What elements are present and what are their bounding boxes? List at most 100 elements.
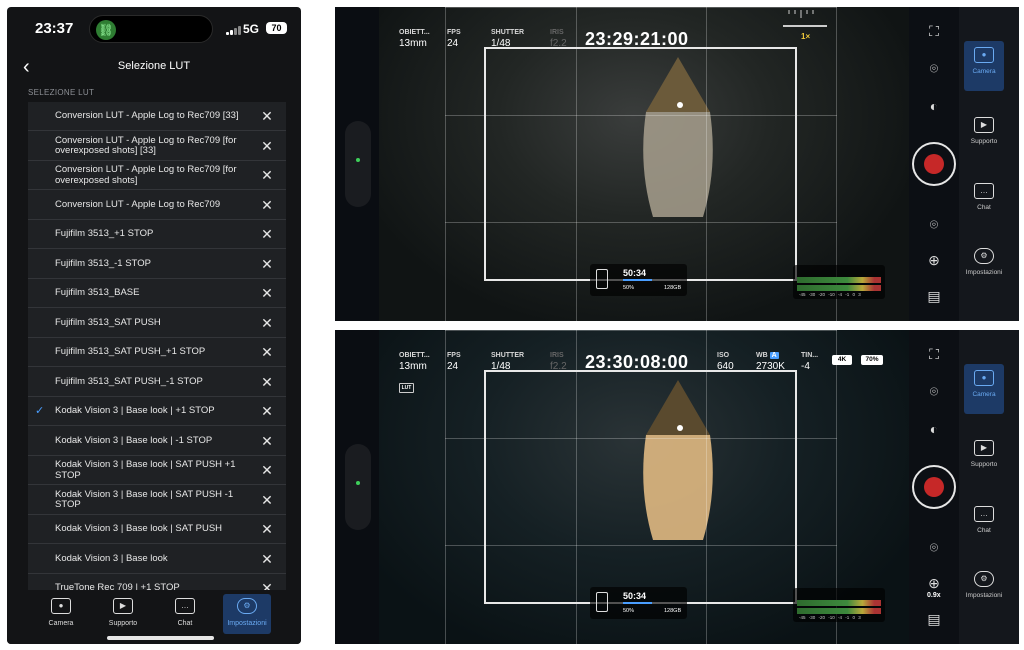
lut-label: Conversion LUT - Apple Log to Rec709 xyxy=(55,198,221,210)
zoom-icon[interactable]: ⊕ xyxy=(923,251,945,269)
storage-capacity: 128GB xyxy=(664,285,682,291)
lut-list-item[interactable]: Fujifilm 3513_SAT PUSH ✕ xyxy=(28,309,286,338)
close-icon[interactable]: ✕ xyxy=(258,491,276,509)
close-icon[interactable]: ✕ xyxy=(258,314,276,332)
lut-list-item[interactable]: Kodak Vision 3 | Base look | SAT PUSH ✕ xyxy=(28,515,286,544)
lut-list-item[interactable]: Conversion LUT - Apple Log to Rec709 [fo… xyxy=(28,132,286,161)
tab-supporto[interactable]: ▶ Supporto xyxy=(99,594,147,634)
autofocus-icon[interactable]: ⌾ xyxy=(923,59,945,77)
close-icon[interactable]: ✕ xyxy=(258,255,276,273)
storage-panel[interactable]: 50:34 50% 128GB xyxy=(590,264,687,296)
camera-icon: ● xyxy=(51,598,71,614)
close-icon[interactable]: ✕ xyxy=(258,284,276,302)
lut-list-item[interactable]: Fujifilm 3513_SAT PUSH_+1 STOP ✕ xyxy=(28,338,286,367)
fps-readout[interactable]: FPS 24 xyxy=(447,352,461,372)
timecode: 23:29:21:00 xyxy=(585,29,689,49)
tab-label: Impostazioni xyxy=(227,620,267,627)
lut-list-item[interactable]: Kodak Vision 3 | Base look | SAT PUSH -1… xyxy=(28,486,286,515)
battery-icon: 70 xyxy=(266,22,287,34)
lut-list-item[interactable]: ✓ Kodak Vision 3 | Base look | +1 STOP ✕ xyxy=(28,397,286,426)
sidebar-item-impostazioni[interactable]: ⚙ Impostazioni xyxy=(964,565,1004,615)
wb-readout[interactable]: WB A 2730K xyxy=(756,352,785,372)
tab-camera[interactable]: ● Camera xyxy=(37,594,85,634)
iso-readout[interactable]: ISO 640 xyxy=(717,352,734,372)
storage-capacity: 128GB xyxy=(664,608,682,614)
lut-list-item[interactable]: Fujifilm 3513_+1 STOP ✕ xyxy=(28,220,286,249)
lut-list-item[interactable]: Kodak Vision 3 | Base look ✕ xyxy=(28,545,286,574)
slate-icon[interactable]: ▤ xyxy=(923,287,945,305)
close-icon[interactable]: ✕ xyxy=(258,137,276,155)
zoom-ruler[interactable] xyxy=(775,7,835,18)
storage-panel[interactable]: 50:34 50% 128GB xyxy=(590,587,687,619)
control-column: ⛶ ⌾ ◐ ⌾ ⊕ ▤ xyxy=(909,7,959,321)
lut-badge: LUT xyxy=(399,383,414,393)
lut-list-item[interactable]: Fujifilm 3513_-1 STOP ✕ xyxy=(28,250,286,279)
close-icon[interactable]: ✕ xyxy=(258,461,276,479)
lut-label: Fujifilm 3513_SAT PUSH xyxy=(55,316,161,328)
zoom-level[interactable]: 1× xyxy=(801,32,810,41)
lens-readout[interactable]: OBIETT... 13mm xyxy=(399,29,430,49)
close-icon[interactable]: ✕ xyxy=(258,166,276,184)
chat-icon: … xyxy=(974,183,994,199)
close-icon[interactable]: ✕ xyxy=(258,373,276,391)
stabilization-icon[interactable]: ⌾ xyxy=(923,538,945,556)
shutter-label: SHUTTER xyxy=(491,352,525,359)
close-icon[interactable]: ✕ xyxy=(258,432,276,450)
shutter-readout[interactable]: SHUTTER 1/48 xyxy=(491,29,524,49)
tab-chat[interactable]: … Chat xyxy=(161,594,209,634)
close-icon[interactable]: ✕ xyxy=(258,520,276,538)
sidebar-item-chat[interactable]: … Chat xyxy=(964,177,1004,227)
sidebar-item-camera[interactable]: ● Camera xyxy=(964,364,1004,414)
lut-label: Conversion LUT - Apple Log to Rec709 [fo… xyxy=(55,164,237,186)
lut-list-item[interactable]: Kodak Vision 3 | Base look | -1 STOP ✕ xyxy=(28,427,286,456)
frame-guide-icon[interactable]: ⛶ xyxy=(923,345,945,363)
record-button[interactable] xyxy=(912,142,956,186)
stabilization-icon[interactable]: ⌾ xyxy=(923,215,945,233)
lut-list-item[interactable]: Conversion LUT - Apple Log to Rec709 [fo… xyxy=(28,161,286,190)
zoom-icon[interactable]: ⊕ xyxy=(923,574,945,592)
camera-notch xyxy=(345,444,371,530)
close-icon[interactable]: ✕ xyxy=(258,550,276,568)
tint-readout[interactable]: TIN... -4 xyxy=(801,352,818,372)
shutter-readout[interactable]: SHUTTER 1/48 xyxy=(491,352,524,372)
fps-readout[interactable]: FPS 24 xyxy=(447,29,461,49)
play-icon: ▶ xyxy=(974,117,994,133)
exposure-icon[interactable]: ◐ xyxy=(923,97,945,115)
home-indicator xyxy=(107,636,214,640)
exposure-icon[interactable]: ◐ xyxy=(923,420,945,438)
lut-label: Fujifilm 3513_BASE xyxy=(55,287,140,299)
lens-value: 13mm xyxy=(399,361,427,372)
signal-icon xyxy=(226,25,242,35)
checkmark-icon: ✓ xyxy=(35,405,45,417)
autofocus-icon[interactable]: ⌾ xyxy=(923,382,945,400)
close-icon[interactable]: ✕ xyxy=(258,343,276,361)
sidebar-item-chat[interactable]: … Chat xyxy=(964,500,1004,550)
record-button[interactable] xyxy=(912,465,956,509)
lut-list[interactable]: Conversion LUT - Apple Log to Rec709 [33… xyxy=(28,102,286,594)
sidebar-item-supporto[interactable]: ▶ Supporto xyxy=(964,434,1004,484)
lens-readout[interactable]: OBIETT... 13mm xyxy=(399,352,430,372)
chat-icon: … xyxy=(175,598,195,614)
tint-value: -4 xyxy=(801,361,810,372)
storage-percent: 50% xyxy=(623,608,635,614)
iris-readout[interactable]: IRIS f2.2 xyxy=(550,29,567,49)
sidebar-item-supporto[interactable]: ▶ Supporto xyxy=(964,111,1004,161)
sidebar-item-camera[interactable]: ● Camera xyxy=(964,41,1004,91)
lut-list-item[interactable]: Fujifilm 3513_BASE ✕ xyxy=(28,279,286,308)
lut-list-item[interactable]: Fujifilm 3513_SAT PUSH_-1 STOP ✕ xyxy=(28,368,286,397)
slate-icon[interactable]: ▤ xyxy=(923,610,945,628)
iris-value: f2.2 xyxy=(550,38,567,49)
close-icon[interactable]: ✕ xyxy=(258,196,276,214)
lut-list-item[interactable]: Kodak Vision 3 | Base look | SAT PUSH +1… xyxy=(28,456,286,485)
sidebar-item-impostazioni[interactable]: ⚙ Impostazioni xyxy=(964,242,1004,292)
lut-list-item[interactable]: Conversion LUT - Apple Log to Rec709 ✕ xyxy=(28,191,286,220)
lut-list-item[interactable]: Conversion LUT - Apple Log to Rec709 [33… xyxy=(28,102,286,131)
shutter-value: 1/48 xyxy=(491,361,511,372)
tab-impostazioni[interactable]: ⚙ Impostazioni xyxy=(223,594,271,634)
iris-readout[interactable]: IRIS f2.2 xyxy=(550,352,567,372)
sidebar-label: Supporto xyxy=(970,461,998,468)
close-icon[interactable]: ✕ xyxy=(258,225,276,243)
close-icon[interactable]: ✕ xyxy=(258,402,276,420)
close-icon[interactable]: ✕ xyxy=(258,107,276,125)
frame-guide-icon[interactable]: ⛶ xyxy=(923,22,945,40)
